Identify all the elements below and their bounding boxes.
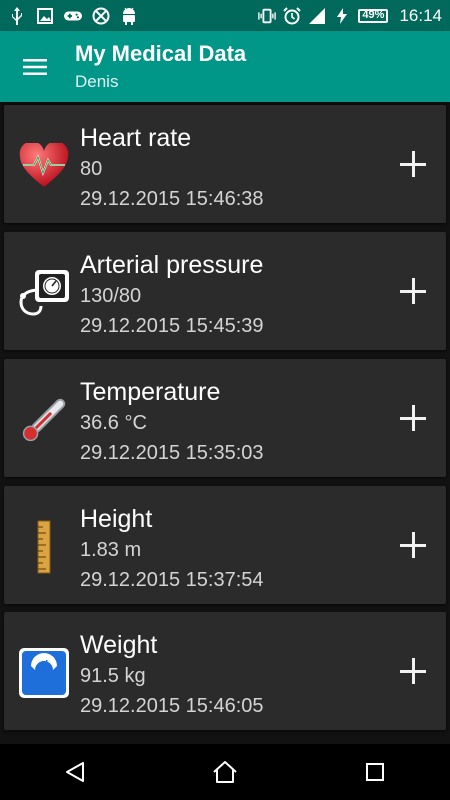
heart-icon [16, 138, 72, 194]
add-arterial-pressure-button[interactable] [400, 278, 426, 304]
blood-pressure-icon [16, 265, 72, 321]
add-heart-rate-button[interactable] [400, 151, 426, 177]
card-title: Heart rate [80, 124, 192, 152]
card-weight[interactable]: Weight 91.5 kg 29.12.2015 15:46:05 [4, 612, 446, 730]
app-subtitle: Denis [75, 71, 119, 91]
thermometer-icon [16, 392, 72, 448]
recents-icon [366, 763, 384, 781]
card-title: Arterial pressure [80, 251, 264, 279]
home-icon [213, 761, 237, 783]
scale-icon [16, 645, 72, 701]
recents-button[interactable] [345, 744, 405, 800]
add-height-button[interactable] [400, 532, 426, 558]
home-button[interactable] [195, 744, 255, 800]
usb-icon [8, 6, 26, 25]
status-bar: 49% 16:14 [0, 0, 450, 31]
app-bar: My Medical Data Denis [0, 31, 450, 102]
app-title: My Medical Data [75, 40, 247, 66]
card-arterial-pressure[interactable]: Arterial pressure 130/80 29.12.2015 15:4… [4, 232, 446, 350]
android-icon [120, 7, 138, 25]
blocked-icon [92, 7, 110, 25]
gamepad-icon [64, 7, 82, 25]
card-value: 80 [80, 158, 103, 180]
card-timestamp: 29.12.2015 15:46:05 [80, 695, 264, 717]
battery-level: 49% [358, 8, 389, 23]
card-value: 1.83 m [80, 539, 142, 561]
card-temperature[interactable]: Temperature 36.6 °C 29.12.2015 15:35:03 [4, 359, 446, 477]
card-timestamp: 29.12.2015 15:45:39 [80, 315, 264, 337]
card-timestamp: 29.12.2015 15:35:03 [80, 442, 264, 464]
card-timestamp: 29.12.2015 15:37:54 [80, 569, 264, 591]
back-button[interactable] [45, 744, 105, 800]
ruler-icon [16, 519, 72, 575]
card-value: 91.5 kg [80, 665, 146, 687]
add-weight-button[interactable] [400, 658, 426, 684]
vibrate-icon [258, 7, 277, 25]
notification-icons [8, 6, 138, 25]
card-title: Height [80, 505, 153, 533]
card-value: 130/80 [80, 285, 142, 307]
add-temperature-button[interactable] [400, 405, 426, 431]
card-title: Temperature [80, 378, 221, 406]
card-title: Weight [80, 631, 158, 659]
clock: 16:14 [399, 5, 442, 25]
navigation-bar [0, 744, 450, 800]
hamburger-menu-icon [23, 58, 47, 75]
system-status-icons: 49% 16:14 [258, 6, 442, 26]
card-heart-rate[interactable]: Heart rate 80 29.12.2015 15:46:38 [4, 105, 446, 223]
image-icon [36, 7, 54, 25]
charging-icon [333, 7, 351, 25]
card-height[interactable]: Height 1.83 m 29.12.2015 15:37:54 [4, 486, 446, 604]
back-icon [66, 762, 84, 782]
alarm-icon [283, 6, 302, 25]
card-value: 36.6 °C [80, 412, 147, 434]
menu-button[interactable] [0, 31, 70, 102]
signal-icon [308, 7, 326, 25]
card-timestamp: 29.12.2015 15:46:38 [80, 188, 264, 210]
